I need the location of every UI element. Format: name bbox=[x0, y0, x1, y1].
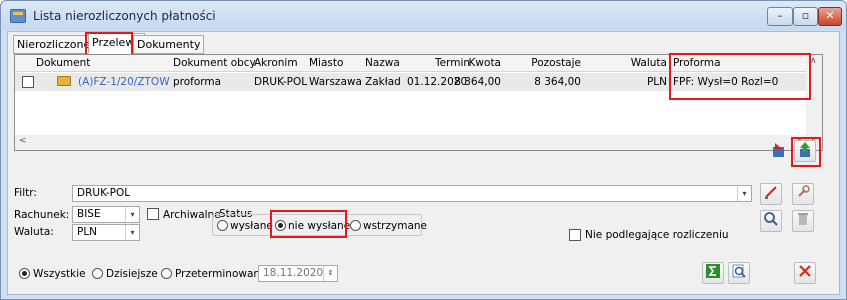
waluta-label: Waluta: bbox=[14, 226, 54, 238]
chevron-down-icon[interactable]: ▾ bbox=[737, 186, 751, 201]
column-dokument-obcy[interactable]: Dokument obcy bbox=[173, 57, 256, 69]
column-termin[interactable]: Termin bbox=[435, 57, 470, 69]
vertical-scrollbar[interactable]: ∧ ∨ bbox=[806, 55, 822, 150]
cell-kwota: 8 364,00 bbox=[454, 76, 501, 88]
bank-transfer-icon bbox=[773, 143, 784, 157]
clear-filter-button[interactable] bbox=[760, 183, 782, 205]
search-icon bbox=[764, 212, 778, 226]
nie-podlegajace-label: Nie podlegające rozliczeniu bbox=[585, 229, 729, 241]
preview-button[interactable] bbox=[728, 262, 750, 284]
cell-nazwa: Zakład bbox=[365, 76, 401, 88]
chevron-down-icon[interactable]: ▾ bbox=[125, 207, 139, 222]
status-wyslane-radio[interactable] bbox=[217, 220, 228, 231]
minimize-button[interactable]: – bbox=[767, 7, 793, 26]
rachunek-label: Rachunek: bbox=[14, 209, 70, 221]
filter-overdue-radio[interactable] bbox=[161, 268, 172, 279]
table-row[interactable]: (A)FZ-1/20/ZTOW proforma DRUK-POL Warsza… bbox=[15, 73, 806, 91]
cell-waluta: PLN bbox=[646, 76, 667, 88]
sigma-icon bbox=[706, 264, 720, 278]
export-upload-icon bbox=[800, 142, 810, 157]
date-spinner-icon[interactable]: ⇕ bbox=[323, 266, 337, 281]
column-waluta[interactable]: Waluta bbox=[631, 57, 667, 69]
trash-icon bbox=[798, 213, 808, 225]
cell-dokument-obcy: proforma bbox=[173, 76, 222, 88]
rachunek-value: BISE bbox=[77, 208, 101, 220]
waluta-value: PLN bbox=[77, 226, 98, 238]
app-icon bbox=[10, 9, 26, 23]
clear-filter-icon bbox=[765, 186, 777, 199]
cell-miasto: Warszawa bbox=[309, 76, 362, 88]
sum-button[interactable] bbox=[702, 262, 724, 284]
search-button[interactable] bbox=[760, 210, 782, 232]
overdue-date-input[interactable]: 18.11.2020 ⇕ bbox=[258, 265, 338, 282]
filter-value: DRUK-POL bbox=[77, 187, 131, 199]
status-wstrzymane-radio[interactable] bbox=[350, 220, 361, 231]
row-checkbox[interactable] bbox=[22, 76, 34, 88]
column-kwota[interactable]: Kwota bbox=[469, 57, 501, 69]
window-title: Lista nierozliczonych płatności bbox=[33, 9, 216, 23]
column-nazwa[interactable]: Nazwa bbox=[365, 57, 400, 69]
status-nie-wyslane-label: nie wysłane bbox=[288, 220, 351, 232]
waluta-select[interactable]: PLN ▾ bbox=[72, 224, 140, 241]
export-button[interactable] bbox=[794, 140, 816, 162]
status-wyslane-label: wysłane bbox=[230, 220, 273, 232]
payments-window: Lista nierozliczonych płatności – ▫ ✕ Ni… bbox=[0, 0, 847, 300]
close-icon bbox=[799, 265, 811, 277]
filter-input[interactable]: DRUK-POL ▾ bbox=[72, 185, 752, 202]
column-miasto[interactable]: Miasto bbox=[309, 57, 343, 69]
wrench-icon bbox=[798, 185, 810, 197]
folder-icon bbox=[57, 76, 71, 86]
filter-all-radio[interactable] bbox=[19, 268, 30, 279]
filter-overdue-label: Przeterminowane bbox=[175, 268, 267, 280]
delete-button[interactable] bbox=[792, 210, 814, 232]
filter-all-label: Wszystkie bbox=[33, 268, 86, 280]
column-proforma[interactable]: Proforma bbox=[673, 57, 721, 69]
title-bar[interactable]: Lista nierozliczonych płatności – ▫ ✕ bbox=[1, 1, 846, 30]
filter-today-label: Dzisiejsze bbox=[106, 268, 158, 280]
payments-table[interactable]: Dokument Dokument obcy Akronim Miasto Na… bbox=[14, 54, 823, 151]
tab-nierozliczone[interactable]: Nierozliczone bbox=[13, 35, 95, 54]
cell-proforma: FPF: Wysł=0 Rozl=0 bbox=[673, 76, 779, 88]
status-nie-wyslane-radio[interactable] bbox=[275, 220, 286, 231]
status-wstrzymane-label: wstrzymane bbox=[363, 220, 427, 232]
column-dokument[interactable]: Dokument bbox=[36, 57, 90, 69]
magnifier-document-icon bbox=[732, 264, 746, 278]
cell-akronim: DRUK-POL bbox=[254, 76, 308, 88]
close-button[interactable] bbox=[794, 262, 816, 284]
filter-builder-button[interactable] bbox=[792, 183, 814, 205]
archiwalne-checkbox[interactable] bbox=[147, 208, 159, 220]
rachunek-select[interactable]: BISE ▾ bbox=[72, 206, 140, 223]
close-window-button[interactable]: ✕ bbox=[818, 7, 842, 26]
scroll-left-icon[interactable]: < bbox=[19, 136, 27, 146]
filtr-label: Filtr: bbox=[14, 187, 37, 199]
nie-podlegajace-checkbox[interactable] bbox=[569, 229, 581, 241]
send-transfer-button[interactable] bbox=[768, 140, 790, 162]
scroll-up-icon[interactable]: ∧ bbox=[810, 56, 817, 66]
overdue-date-value: 18.11.2020 bbox=[263, 267, 324, 279]
cell-dokument[interactable]: (A)FZ-1/20/ZTOW bbox=[78, 76, 170, 88]
horizontal-scrollbar[interactable]: < > bbox=[15, 135, 806, 150]
maximize-button[interactable]: ▫ bbox=[793, 7, 818, 26]
column-akronim[interactable]: Akronim bbox=[254, 57, 298, 69]
chevron-down-icon[interactable]: ▾ bbox=[125, 225, 139, 240]
cell-pozostaje: 8 364,00 bbox=[534, 76, 581, 88]
column-pozostaje[interactable]: Pozostaje bbox=[531, 57, 581, 69]
filter-today-radio[interactable] bbox=[92, 268, 103, 279]
tab-dokumenty[interactable]: Dokumenty bbox=[133, 35, 205, 54]
table-header: Dokument Dokument obcy Akronim Miasto Na… bbox=[15, 55, 822, 72]
window-body: Nierozliczone Przelewy Dokumenty Dokumen… bbox=[7, 31, 840, 295]
